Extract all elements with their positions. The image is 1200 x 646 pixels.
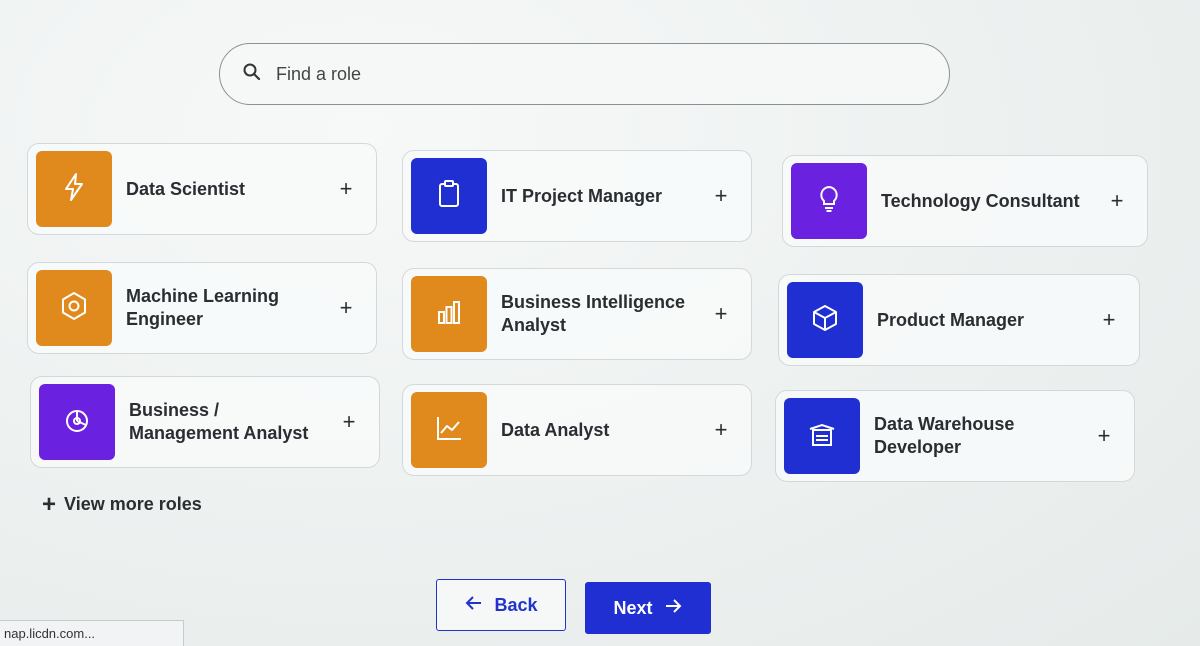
role-tile [791,163,867,239]
role-label: Data Warehouse Developer [874,414,1015,457]
add-role-button[interactable]: + [1089,307,1129,333]
search-bar[interactable] [219,43,950,105]
role-card-business-intelligence-analyst[interactable]: Business Intelligence Analyst + [402,268,752,360]
next-label: Next [613,597,653,618]
search-input[interactable] [276,63,876,85]
bar-chart-icon [432,295,466,334]
role-tile [411,392,487,468]
add-role-button[interactable]: + [326,295,366,321]
role-tile [36,151,112,227]
role-label: Business Intelligence Analyst [501,292,686,335]
arrow-left-icon [464,593,494,618]
role-card-it-project-manager[interactable]: IT Project Manager + [402,150,752,242]
plus-icon: + [42,490,57,518]
search-icon [242,62,262,87]
add-role-button[interactable]: + [1097,188,1137,214]
role-tile [411,276,487,352]
role-label: IT Project Manager [501,185,663,206]
add-role-button[interactable]: + [701,183,741,209]
role-picker-page: Data Scientist + IT Project Manager + Te… [0,0,1200,646]
role-tile [787,282,863,358]
role-label: Technology Consultant [881,190,1080,211]
role-card-technology-consultant[interactable]: Technology Consultant + [782,155,1148,247]
role-tile [411,158,487,234]
add-role-button[interactable]: + [1084,423,1124,449]
add-role-button[interactable]: + [329,409,369,435]
role-card-product-manager[interactable]: Product Manager + [778,274,1140,366]
role-label: Data Scientist [126,178,246,199]
pie-chart-icon [60,403,94,442]
next-button[interactable]: Next [585,582,711,634]
add-role-button[interactable]: + [701,301,741,327]
role-card-data-analyst[interactable]: Data Analyst + [402,384,752,476]
lightning-icon [57,170,91,209]
role-label: Business / Management Analyst [129,400,309,443]
role-label: Data Analyst [501,419,610,440]
back-label: Back [494,594,538,615]
role-tile [39,384,115,460]
role-card-data-scientist[interactable]: Data Scientist + [27,143,377,235]
role-card-data-warehouse-developer[interactable]: Data Warehouse Developer + [775,390,1135,482]
role-label: Machine Learning Engineer [126,286,280,329]
add-role-button[interactable]: + [701,417,741,443]
role-label: Product Manager [877,309,1025,330]
view-more-label: View more roles [64,494,202,514]
line-chart-icon [432,411,466,450]
role-card-machine-learning-engineer[interactable]: Machine Learning Engineer + [27,262,377,354]
warehouse-icon [805,417,839,456]
lightbulb-icon [812,182,846,221]
view-more-roles-link[interactable]: + View more roles [42,490,202,518]
hexagon-icon [57,289,91,328]
role-tile [36,270,112,346]
role-card-business-management-analyst[interactable]: Business / Management Analyst + [30,376,380,468]
cube-icon [808,301,842,340]
clipboard-icon [432,177,466,216]
back-button[interactable]: Back [436,579,566,631]
arrow-right-icon [653,596,683,621]
add-role-button[interactable]: + [326,176,366,202]
status-bar-url: nap.licdn.com... [0,620,184,646]
role-tile [784,398,860,474]
